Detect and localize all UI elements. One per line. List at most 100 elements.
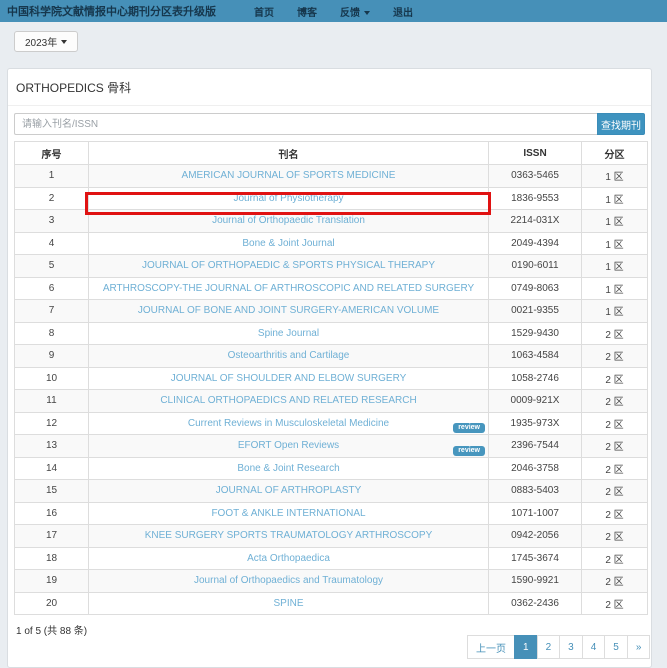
journal-name-cell: Journal of Physiotherapy [89, 187, 489, 210]
journal-link[interactable]: JOURNAL OF ORTHOPAEDIC & SPORTS PHYSICAL… [142, 260, 435, 271]
nav-item-feedback-label: 反馈 [340, 8, 360, 19]
table-row: 11 CLINICAL ORTHOPAEDICS AND RELATED RESE… [15, 390, 648, 413]
nav-item-blog[interactable]: 博客 [286, 4, 328, 19]
row-index-cell: 4 [15, 232, 89, 255]
journal-link[interactable]: Current Reviews in Musculoskeletal Medic… [188, 418, 389, 429]
issn-cell: 1058-2746 [489, 367, 582, 390]
partition-cell: 1 区 [582, 232, 648, 255]
issn-cell: 2049-4394 [489, 232, 582, 255]
journal-link[interactable]: ARTHROSCOPY-THE JOURNAL OF ARTHROSCOPIC … [103, 283, 474, 294]
issn-cell: 1745-3674 [489, 547, 582, 570]
journal-name-cell: KNEE SURGERY SPORTS TRAUMATOLOGY ARTHROS… [89, 525, 489, 548]
nav-item-feedback[interactable]: 反馈 [329, 4, 381, 19]
table-header-row: 序号 刊名 ISSN 分区 [15, 142, 648, 165]
table-row: 3Journal of Orthopaedic Translation2214-… [15, 210, 648, 233]
journal-link[interactable]: AMERICAN JOURNAL OF SPORTS MEDICINE [182, 170, 396, 181]
partition-cell: 1 区 [582, 165, 648, 188]
journal-name-cell: JOURNAL OF ORTHOPAEDIC & SPORTS PHYSICAL… [89, 255, 489, 278]
nav-item-home[interactable]: 首页 [243, 4, 285, 19]
journal-link[interactable]: Osteoarthritis and Cartilage [228, 350, 350, 361]
year-dropdown-label: 2023年 [25, 34, 57, 49]
row-index-cell: 11 [15, 390, 89, 413]
journal-name-cell: Journal of Orthopaedics and Traumatology [89, 570, 489, 593]
issn-cell: 2396-7544 [489, 435, 582, 458]
nav-item-logout-label: 退出 [393, 8, 413, 19]
header-issn: ISSN [489, 142, 582, 165]
journal-name-cell: Bone & Joint Journal [89, 232, 489, 255]
journal-name-cell: JOURNAL OF SHOULDER AND ELBOW SURGERY [89, 367, 489, 390]
journal-link[interactable]: Journal of Orthopaedic Translation [212, 215, 365, 226]
table-row: 4 Bone & Joint Journal 2049-43941 区 [15, 232, 648, 255]
issn-cell: 0362-2436 [489, 592, 582, 615]
search-group: 查找期刊 [14, 113, 645, 135]
table-row: 15JOURNAL OF ARTHROPLASTY0883-54032 区 [15, 480, 648, 503]
journal-link[interactable]: Journal of Orthopaedics and Traumatology [194, 575, 383, 586]
toolbar: 2023年 [0, 22, 667, 68]
brand-title[interactable]: 中国科学院文献情报中心期刊分区表升级版 [7, 3, 216, 19]
review-badge: review [453, 423, 485, 433]
nav-links: 首页 博客 反馈 退出 [243, 4, 425, 19]
partition-cell: 2 区 [582, 525, 648, 548]
journal-link[interactable]: Bone & Joint Research [237, 463, 339, 474]
journal-link[interactable]: FOOT & ANKLE INTERNATIONAL [211, 508, 365, 519]
journal-link[interactable]: Journal of Physiotherapy [233, 193, 343, 204]
review-badge: review [453, 446, 485, 456]
journal-link[interactable]: Acta Orthopaedica [247, 553, 330, 564]
year-dropdown-button[interactable]: 2023年 [14, 31, 78, 52]
partition-cell: 2 区 [582, 322, 648, 345]
issn-cell: 0883-5403 [489, 480, 582, 503]
table-row: 9Osteoarthritis and Cartilage1063-45842 … [15, 345, 648, 368]
table-row: 16 FOOT & ANKLE INTERNATIONAL 1071-10072 区 [15, 502, 648, 525]
row-index-cell: 16 [15, 502, 89, 525]
row-index-cell: 1 [15, 165, 89, 188]
issn-cell: 2046-3758 [489, 457, 582, 480]
partition-cell: 2 区 [582, 502, 648, 525]
journal-name-cell: SPINE [89, 592, 489, 615]
journal-name-cell: AMERICAN JOURNAL OF SPORTS MEDICINE [89, 165, 489, 188]
row-index-cell: 9 [15, 345, 89, 368]
issn-cell: 1071-1007 [489, 502, 582, 525]
table-row: 10JOURNAL OF SHOULDER AND ELBOW SURGERY1… [15, 367, 648, 390]
row-index-cell: 19 [15, 570, 89, 593]
table-row: 20SPINE0362-24362 区 [15, 592, 648, 615]
partition-cell: 2 区 [582, 367, 648, 390]
row-index-cell: 12 [15, 412, 89, 435]
table-row: 1AMERICAN JOURNAL OF SPORTS MEDICINE0363… [15, 165, 648, 188]
journal-link[interactable]: EFORT Open Reviews [238, 440, 339, 451]
journal-link[interactable]: Spine Journal [258, 328, 319, 339]
row-index-cell: 5 [15, 255, 89, 278]
partition-cell: 2 区 [582, 570, 648, 593]
journal-name-cell: Osteoarthritis and Cartilage [89, 345, 489, 368]
panel-body: 查找期刊 序号 刊名 ISSN 分区 1 AMERICAN JOURNAL OF … [8, 106, 651, 647]
journal-link[interactable]: JOURNAL OF SHOULDER AND ELBOW SURGERY [171, 373, 407, 384]
partition-cell: 2 区 [582, 345, 648, 368]
search-journal-button[interactable]: 查找期刊 [597, 113, 645, 135]
journal-link[interactable]: KNEE SURGERY SPORTS TRAUMATOLOGY ARTHROS… [145, 530, 433, 541]
search-input[interactable] [14, 113, 597, 135]
partition-cell: 2 区 [582, 457, 648, 480]
row-index-cell: 6 [15, 277, 89, 300]
journal-link[interactable]: CLINICAL ORTHOPAEDICS AND RELATED RESEAR… [160, 395, 416, 406]
row-index-cell: 3 [15, 210, 89, 233]
table-row: 8Spine Journal1529-94302 区 [15, 322, 648, 345]
header-index: 序号 [15, 142, 89, 165]
journal-link[interactable]: SPINE [273, 598, 303, 609]
table-row: 13EFORT Open Reviewsreview2396-75442 区 [15, 435, 648, 458]
row-index-cell: 13 [15, 435, 89, 458]
journal-link[interactable]: JOURNAL OF ARTHROPLASTY [216, 485, 362, 496]
row-index-cell: 18 [15, 547, 89, 570]
journal-link[interactable]: Bone & Joint Journal [242, 238, 334, 249]
nav-item-logout[interactable]: 退出 [382, 4, 424, 19]
journal-panel: ORTHOPEDICS 骨科 查找期刊 序号 刊名 ISSN 分区 1AMERI… [7, 68, 652, 668]
journal-table-body: 1AMERICAN JOURNAL OF SPORTS MEDICINE0363… [15, 165, 648, 615]
issn-cell: 0190-6011 [489, 255, 582, 278]
table-row: 17KNEE SURGERY SPORTS TRAUMATOLOGY ARTHR… [15, 525, 648, 548]
row-index-cell: 14 [15, 457, 89, 480]
partition-cell: 2 区 [582, 390, 648, 413]
partition-cell: 1 区 [582, 277, 648, 300]
journal-table: 序号 刊名 ISSN 分区 1 AMERICAN JOURNAL OF SPORT… [14, 141, 648, 615]
issn-cell: 1590-9921 [489, 570, 582, 593]
journal-link[interactable]: JOURNAL OF BONE AND JOINT SURGERY-AMERIC… [138, 305, 439, 316]
table-row: 19 Journal of Orthopaedics and Traumatolo… [15, 570, 648, 593]
partition-cell: 1 区 [582, 210, 648, 233]
